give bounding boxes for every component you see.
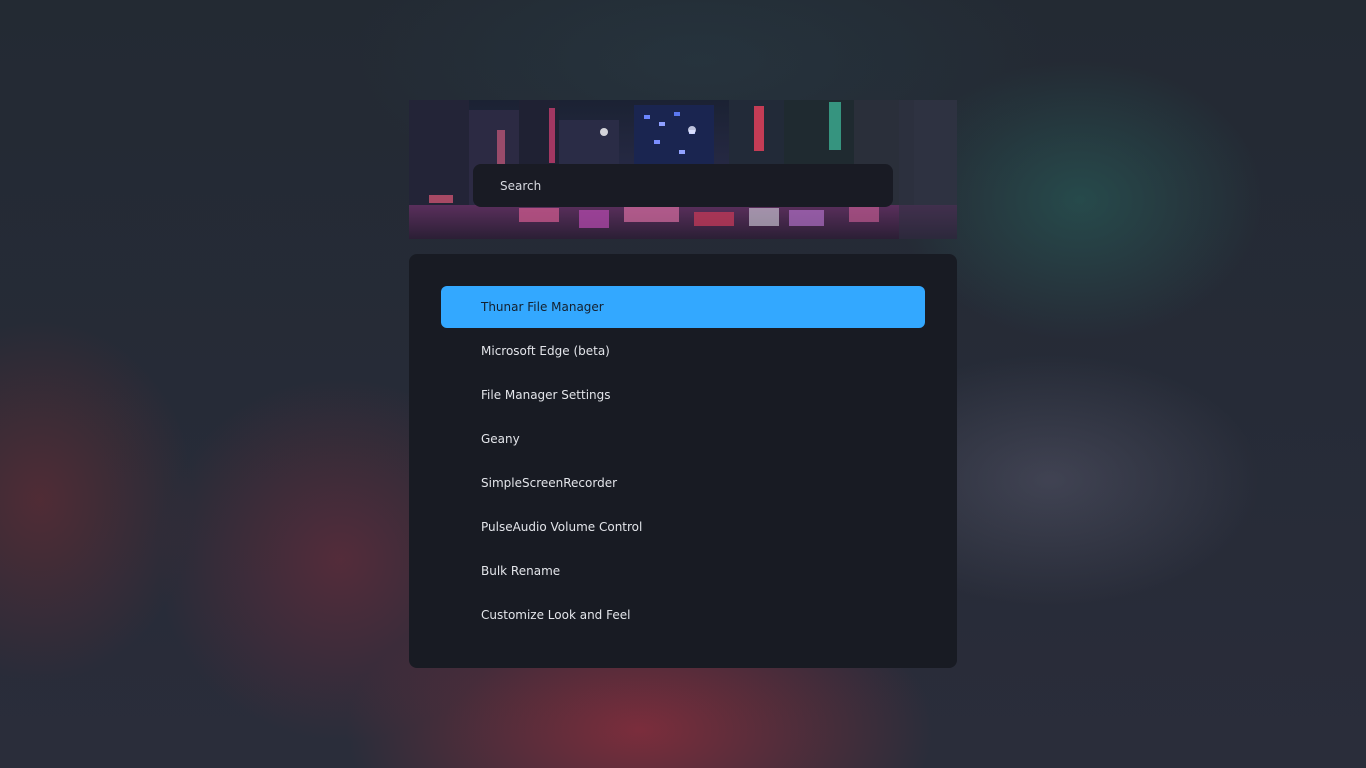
result-item-label: PulseAudio Volume Control xyxy=(481,520,643,534)
search-input[interactable] xyxy=(500,178,860,193)
result-item-thunar-file-manager[interactable]: Thunar File Manager xyxy=(441,286,925,328)
result-item-label: Thunar File Manager xyxy=(481,300,604,314)
result-item-customize-look-and-feel[interactable]: Customize Look and Feel xyxy=(441,594,925,636)
result-item-label: SimpleScreenRecorder xyxy=(481,476,618,490)
result-item-label: Microsoft Edge (beta) xyxy=(481,344,610,358)
results-panel: Thunar File Manager Microsoft Edge (beta… xyxy=(409,254,957,668)
result-item-file-manager-settings[interactable]: File Manager Settings xyxy=(441,374,925,416)
result-item-microsoft-edge-beta[interactable]: Microsoft Edge (beta) xyxy=(441,330,925,372)
result-item-label: Geany xyxy=(481,432,520,446)
result-item-geany[interactable]: Geany xyxy=(441,418,925,460)
search-box[interactable] xyxy=(473,164,893,207)
results-list: Thunar File Manager Microsoft Edge (beta… xyxy=(441,286,925,638)
result-item-label: File Manager Settings xyxy=(481,388,611,402)
result-item-bulk-rename[interactable]: Bulk Rename xyxy=(441,550,925,592)
result-item-pulseaudio-volume-control[interactable]: PulseAudio Volume Control xyxy=(441,506,925,548)
result-item-simplescreenrecorder[interactable]: SimpleScreenRecorder xyxy=(441,462,925,504)
result-item-label: Customize Look and Feel xyxy=(481,608,631,622)
result-item-label: Bulk Rename xyxy=(481,564,561,578)
